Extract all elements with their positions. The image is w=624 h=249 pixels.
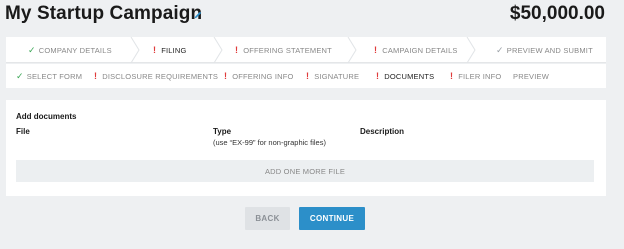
substep-signature[interactable]: ! SIGNATURE (306, 64, 359, 88)
continue-button[interactable]: CONTINUE (299, 207, 365, 230)
substep-documents[interactable]: ! DOCUMENTS (376, 64, 434, 88)
chevron-separator-icon (466, 37, 476, 63)
type-hint: (use “EX-99” for non-graphic files) (213, 138, 326, 147)
back-button[interactable]: BACK (245, 207, 290, 230)
warning-icon: ! (450, 71, 454, 81)
warning-icon: ! (376, 71, 380, 81)
step-preview-and-submit[interactable]: ✓ PREVIEW AND SUBMIT (496, 37, 593, 63)
column-file: File (16, 127, 30, 136)
check-icon: ✓ (28, 44, 36, 55)
step-label: COMPANY DETAILS (38, 45, 112, 55)
substeps-bar: ✓ SELECT FORM ! DISCLOSURE REQUIREMENTS … (6, 64, 606, 88)
warning-icon: ! (235, 45, 239, 55)
substep-filer-info[interactable]: ! FILER INFO (450, 64, 501, 88)
step-campaign-details[interactable]: ! CAMPAIGN DETAILS (374, 37, 458, 63)
substep-preview[interactable]: PREVIEW (513, 64, 549, 88)
column-description: Description (360, 127, 405, 136)
step-company-details[interactable]: ✓ COMPANY DETAILS (28, 37, 112, 63)
chevron-separator-icon (130, 37, 140, 63)
substep-label: SIGNATURE (314, 71, 360, 81)
chevron-separator-icon (213, 37, 223, 63)
warning-icon: ! (374, 45, 378, 55)
substep-select-form[interactable]: ✓ SELECT FORM (16, 64, 82, 88)
step-label: PREVIEW AND SUBMIT (506, 45, 593, 55)
step-offering-statement[interactable]: ! OFFERING STATEMENT (235, 37, 332, 63)
warning-icon: ! (224, 71, 228, 81)
substep-label: DISCLOSURE REQUIREMENTS (102, 71, 219, 81)
substep-label: DOCUMENTS (384, 71, 435, 81)
campaign-title: My Startup Campaign (5, 3, 203, 24)
campaign-amount: $50,000.00 (509, 3, 605, 24)
documents-panel: Add documents File Type (use “EX-99” for… (6, 100, 606, 196)
step-label: FILING (161, 45, 187, 55)
substep-disclosure-requirements[interactable]: ! DISCLOSURE REQUIREMENTS (94, 64, 218, 88)
substep-label: FILER INFO (458, 71, 502, 81)
chevron-separator-icon (347, 37, 357, 63)
warning-icon: ! (94, 71, 98, 81)
panel-title: Add documents (16, 112, 77, 121)
step-label: CAMPAIGN DETAILS (382, 45, 458, 55)
pencil-icon[interactable] (193, 10, 203, 20)
check-icon: ✓ (16, 70, 24, 81)
warning-icon: ! (153, 45, 157, 55)
check-icon: ✓ (496, 44, 504, 55)
column-type: Type (213, 127, 232, 136)
warning-icon: ! (306, 71, 310, 81)
substep-label: OFFERING INFO (232, 71, 294, 81)
step-label: OFFERING STATEMENT (243, 45, 332, 55)
page-header: My Startup Campaign $50,000.00 (0, 0, 624, 30)
substep-label: PREVIEW (513, 71, 549, 81)
substep-offering-info[interactable]: ! OFFERING INFO (224, 64, 294, 88)
substep-label: SELECT FORM (26, 71, 83, 81)
step-filing[interactable]: ! FILING (153, 37, 187, 63)
add-file-button[interactable]: ADD ONE MORE FILE (16, 160, 594, 182)
steps-bar: ✓ COMPANY DETAILS ! FILING ! OFFERING ST… (6, 37, 606, 63)
